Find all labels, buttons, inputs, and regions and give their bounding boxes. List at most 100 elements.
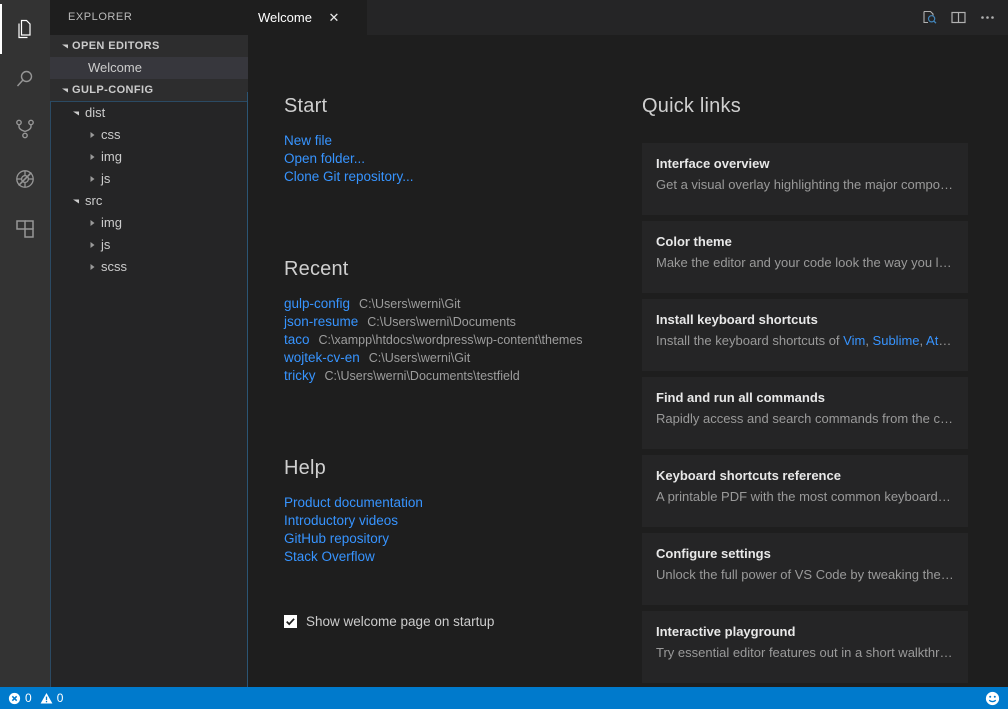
show-welcome-on-startup-row[interactable]: Show welcome page on startup xyxy=(284,614,624,629)
activity-item-source-control[interactable] xyxy=(0,104,50,154)
status-bar: 0 0 xyxy=(0,687,1008,709)
tree-item-label: dist xyxy=(85,105,106,120)
chevron-right-icon[interactable] xyxy=(85,131,99,139)
section-header-open-editors[interactable]: OPEN EDITORS xyxy=(50,35,248,57)
recent-item-name: taco xyxy=(284,332,310,347)
tree-item-js[interactable]: js xyxy=(51,234,248,256)
recent-list: gulp-config C:\Users\werni\Git json-resume… xyxy=(284,295,624,385)
debug-icon xyxy=(13,167,37,191)
close-icon[interactable]: ✕ xyxy=(326,11,342,24)
tab-welcome[interactable]: Welcome ✕ xyxy=(248,0,368,35)
quick-link-desc: Make the editor and your code look the w… xyxy=(656,255,954,270)
chevron-right-icon[interactable] xyxy=(85,153,99,161)
quick-link-card[interactable]: Color theme Make the editor and your code… xyxy=(642,221,968,293)
quick-link-card[interactable]: Install keyboard shortcuts Install the ke… xyxy=(642,299,968,371)
recent-item-path: C:\Users\werni\Git xyxy=(368,351,471,365)
tree-item-label: img xyxy=(101,215,122,230)
start-link[interactable]: New file xyxy=(284,132,624,150)
open-editor-welcome[interactable]: Welcome xyxy=(50,57,248,79)
quick-link-card[interactable]: Keyboard shortcuts reference A printable … xyxy=(642,455,968,527)
tree-item-src[interactable]: src xyxy=(51,190,248,212)
start-section-title: Start xyxy=(284,95,328,117)
error-icon xyxy=(8,692,21,705)
vscode-window: EXPLORER OPEN EDITORS Welcome GULP-CONFI… xyxy=(0,0,1008,709)
quick-link-card[interactable]: Find and run all commands Rapidly access … xyxy=(642,377,968,449)
recent-item[interactable]: gulp-config C:\Users\werni\Git xyxy=(284,295,624,313)
help-link[interactable]: Product documentation xyxy=(284,494,624,512)
sidebar-title: EXPLORER xyxy=(50,0,248,35)
recent-item[interactable]: json-resume C:\Users\werni\Documents xyxy=(284,313,624,331)
workbench-body: EXPLORER OPEN EDITORS Welcome GULP-CONFI… xyxy=(0,0,1008,687)
start-link[interactable]: Clone Git repository... xyxy=(284,168,624,186)
tree-item-label: js xyxy=(101,237,111,252)
tree-item-img[interactable]: img xyxy=(51,146,248,168)
help-links: Product documentation Introductory videos… xyxy=(284,494,624,566)
quick-link-desc: Try essential editor features out in a s… xyxy=(656,645,954,660)
editor-actions xyxy=(921,0,1008,35)
file-tree: dist css img js src img js scss xyxy=(50,101,248,687)
activity-item-search[interactable] xyxy=(0,54,50,104)
tree-item-label: css xyxy=(101,127,121,142)
quick-link-card[interactable]: Interface overview Get a visual overlay h… xyxy=(642,143,968,215)
tree-item-dist[interactable]: dist xyxy=(51,102,248,124)
startup-checkbox[interactable] xyxy=(284,615,297,628)
split-editor-icon[interactable] xyxy=(950,9,967,26)
smiley-icon[interactable] xyxy=(985,691,1000,706)
chevron-right-icon[interactable] xyxy=(85,241,99,249)
quick-link-desc: A printable PDF with the most common key… xyxy=(656,489,954,504)
chevron-down-icon[interactable] xyxy=(69,197,83,205)
tree-item-scss[interactable]: scss xyxy=(51,256,248,278)
recent-item-name: tricky xyxy=(284,368,316,383)
chevron-right-icon[interactable] xyxy=(85,263,99,271)
error-count: 0 xyxy=(25,691,32,705)
startup-checkbox-label: Show welcome page on startup xyxy=(306,614,495,629)
activity-item-explorer[interactable] xyxy=(0,4,50,54)
start-link[interactable]: Open folder... xyxy=(284,150,624,168)
chevron-right-icon[interactable] xyxy=(85,175,99,183)
recent-item-path: C:\xampp\htdocs\wordpress\wp-content\the… xyxy=(318,333,583,347)
activity-item-extensions[interactable] xyxy=(0,204,50,254)
welcome-left-column: Start New file Open folder... Clone Git re… xyxy=(284,95,624,687)
recent-item-path: C:\Users\werni\Documents\testfield xyxy=(324,369,520,383)
source-control-icon xyxy=(13,117,37,141)
help-section-title: Help xyxy=(284,457,326,479)
tree-item-css[interactable]: css xyxy=(51,124,248,146)
recent-item-name: wojtek-cv-en xyxy=(284,350,360,365)
quick-link-inline-link[interactable]: Atom… xyxy=(926,333,954,348)
quick-link-inline-link[interactable]: Sublime xyxy=(873,333,920,348)
quick-link-card[interactable]: Interactive playground Try essential edit… xyxy=(642,611,968,683)
quick-link-desc: Unlock the full power of VS Code by twea… xyxy=(656,567,954,582)
activity-bar xyxy=(0,0,50,687)
welcome-right-column: Quick links Interface overview Get a visu… xyxy=(642,95,968,687)
recent-item-path: C:\Users\werni\Documents xyxy=(367,315,516,329)
quick-links-list: Interface overview Get a visual overlay h… xyxy=(642,143,968,683)
tree-item-js[interactable]: js xyxy=(51,168,248,190)
chevron-right-icon[interactable] xyxy=(85,219,99,227)
quick-link-inline-link[interactable]: Vim xyxy=(843,333,865,348)
recent-item[interactable]: taco C:\xampp\htdocs\wordpress\wp-content… xyxy=(284,331,624,349)
quick-link-card[interactable]: Configure settings Unlock the full power … xyxy=(642,533,968,605)
help-link[interactable]: GitHub repository xyxy=(284,530,624,548)
tree-item-img[interactable]: img xyxy=(51,212,248,234)
activity-item-debug[interactable] xyxy=(0,154,50,204)
start-links: New file Open folder... Clone Git reposito… xyxy=(284,132,624,186)
quick-link-title: Interface overview xyxy=(656,156,770,171)
quick-link-title: Configure settings xyxy=(656,546,771,561)
welcome-page: Start New file Open folder... Clone Git re… xyxy=(248,35,1008,687)
quick-links-title: Quick links xyxy=(642,95,741,117)
open-preview-icon[interactable] xyxy=(921,9,938,26)
chevron-down-icon xyxy=(58,42,72,50)
recent-item[interactable]: wojtek-cv-en C:\Users\werni\Git xyxy=(284,349,624,367)
editor-area: Welcome ✕ Start New file Open folder... … xyxy=(248,0,1008,687)
quick-link-title: Install keyboard shortcuts xyxy=(656,312,818,327)
section-header-gulp-config[interactable]: GULP-CONFIG xyxy=(50,79,248,101)
more-actions-icon[interactable] xyxy=(979,9,996,26)
help-link[interactable]: Stack Overflow xyxy=(284,548,624,566)
help-link[interactable]: Introductory videos xyxy=(284,512,624,530)
quick-link-title: Interactive playground xyxy=(656,624,796,639)
recent-item[interactable]: tricky C:\Users\werni\Documents\testfield xyxy=(284,367,624,385)
chevron-down-icon[interactable] xyxy=(69,109,83,117)
problems-status[interactable]: 0 0 xyxy=(8,691,63,705)
tree-item-label: img xyxy=(101,149,122,164)
